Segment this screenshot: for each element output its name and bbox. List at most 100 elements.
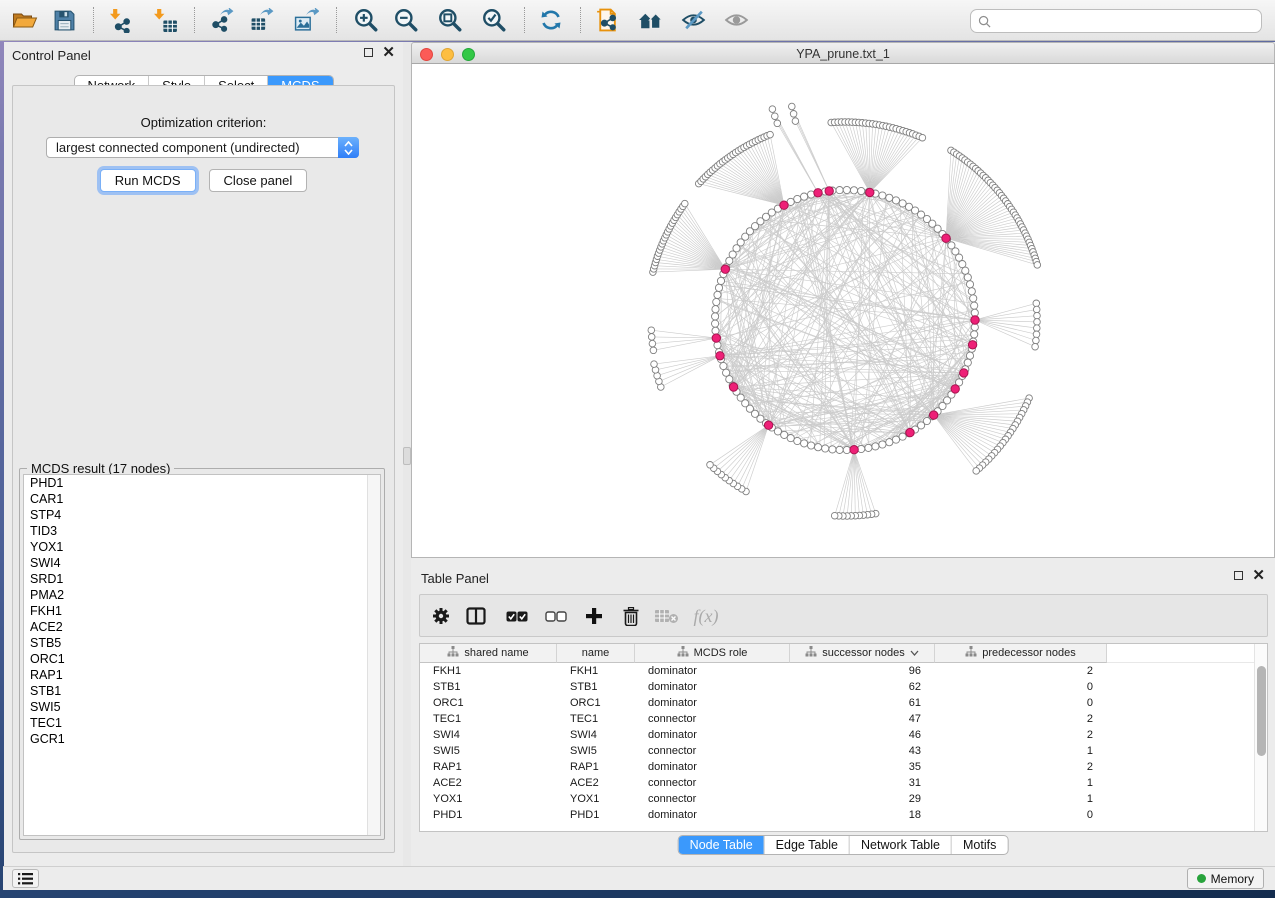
cell-successor-nodes[interactable]: 18 bbox=[790, 809, 935, 821]
show-columns-icon[interactable] bbox=[460, 601, 492, 631]
cell-MCDS-role[interactable]: dominator bbox=[635, 729, 790, 741]
import-table-icon[interactable] bbox=[148, 3, 184, 37]
import-network-icon[interactable] bbox=[104, 3, 140, 37]
cell-successor-nodes[interactable]: 43 bbox=[790, 745, 935, 757]
memory-button[interactable]: Memory bbox=[1187, 868, 1264, 889]
cell-MCDS-role[interactable]: connector bbox=[635, 793, 790, 805]
cell-successor-nodes[interactable]: 46 bbox=[790, 729, 935, 741]
run-mcds-button[interactable]: Run MCDS bbox=[100, 169, 196, 192]
table-row[interactable]: TEC1TEC1connector472 bbox=[420, 711, 1267, 727]
cell-predecessor-nodes[interactable]: 0 bbox=[935, 697, 1107, 709]
cell-successor-nodes[interactable]: 61 bbox=[790, 697, 935, 709]
cell-name[interactable]: STB1 bbox=[557, 681, 635, 693]
mcds-result-item[interactable]: GCR1 bbox=[24, 731, 380, 747]
cell-MCDS-role[interactable]: dominator bbox=[635, 761, 790, 773]
cell-shared-name[interactable]: FKH1 bbox=[420, 665, 557, 677]
close-panel-icon[interactable]: ✕ bbox=[382, 47, 395, 58]
column-header-MCDS-role[interactable]: MCDS role bbox=[635, 644, 790, 663]
column-header-shared-name[interactable]: shared name bbox=[420, 644, 557, 663]
mcds-result-item[interactable]: STB1 bbox=[24, 683, 380, 699]
column-header-name[interactable]: name bbox=[557, 644, 635, 663]
cell-name[interactable]: TEC1 bbox=[557, 713, 635, 725]
open-file-icon[interactable] bbox=[6, 3, 42, 37]
refresh-layout-icon[interactable] bbox=[533, 3, 569, 37]
mcds-result-item[interactable]: TID3 bbox=[24, 523, 380, 539]
mcds-result-item[interactable]: STB5 bbox=[24, 635, 380, 651]
table-row[interactable]: ORC1ORC1dominator610 bbox=[420, 695, 1267, 711]
show-panels-button[interactable] bbox=[12, 869, 39, 888]
network-window-titlebar[interactable]: YPA_prune.txt_1 bbox=[411, 42, 1275, 64]
save-session-icon[interactable] bbox=[46, 3, 82, 37]
zoom-selected-icon[interactable] bbox=[476, 3, 512, 37]
cell-MCDS-role[interactable]: dominator bbox=[635, 697, 790, 709]
cell-name[interactable]: FKH1 bbox=[557, 665, 635, 677]
cell-shared-name[interactable]: STB1 bbox=[420, 681, 557, 693]
cell-predecessor-nodes[interactable]: 0 bbox=[935, 809, 1107, 821]
close-table-panel-icon[interactable]: ✕ bbox=[1252, 570, 1265, 581]
cell-shared-name[interactable]: TEC1 bbox=[420, 713, 557, 725]
cell-name[interactable]: RAP1 bbox=[557, 761, 635, 773]
cell-successor-nodes[interactable]: 47 bbox=[790, 713, 935, 725]
cell-name[interactable]: ACE2 bbox=[557, 777, 635, 789]
cell-shared-name[interactable]: SWI5 bbox=[420, 745, 557, 757]
mcds-result-item[interactable]: SRD1 bbox=[24, 571, 380, 587]
cell-successor-nodes[interactable]: 96 bbox=[790, 665, 935, 677]
new-network-from-selection-icon[interactable] bbox=[588, 3, 624, 37]
table-row[interactable]: SWI5SWI5connector431 bbox=[420, 743, 1267, 759]
deselect-all-columns-icon[interactable] bbox=[540, 601, 572, 631]
tab-network-table[interactable]: Network Table bbox=[849, 836, 951, 854]
cell-successor-nodes[interactable]: 35 bbox=[790, 761, 935, 773]
table-row[interactable]: ACE2ACE2connector311 bbox=[420, 775, 1267, 791]
zoom-out-icon[interactable] bbox=[388, 3, 424, 37]
tab-node-table[interactable]: Node Table bbox=[679, 836, 764, 854]
cell-predecessor-nodes[interactable]: 1 bbox=[935, 793, 1107, 805]
cell-predecessor-nodes[interactable]: 2 bbox=[935, 713, 1107, 725]
column-header-successor-nodes[interactable]: successor nodes bbox=[790, 644, 935, 663]
cell-predecessor-nodes[interactable]: 1 bbox=[935, 777, 1107, 789]
create-column-icon[interactable] bbox=[578, 601, 610, 631]
mcds-result-item[interactable]: ACE2 bbox=[24, 619, 380, 635]
cell-shared-name[interactable]: PHD1 bbox=[420, 809, 557, 821]
mcds-result-item[interactable]: PMA2 bbox=[24, 587, 380, 603]
hide-selected-icon[interactable] bbox=[675, 3, 711, 37]
show-all-icon[interactable] bbox=[718, 3, 754, 37]
mcds-result-item[interactable]: YOX1 bbox=[24, 539, 380, 555]
cell-predecessor-nodes[interactable]: 2 bbox=[935, 761, 1107, 773]
cell-predecessor-nodes[interactable]: 2 bbox=[935, 665, 1107, 677]
cell-MCDS-role[interactable]: dominator bbox=[635, 809, 790, 821]
table-scrollbar-thumb[interactable] bbox=[1257, 666, 1266, 756]
cell-shared-name[interactable]: SWI4 bbox=[420, 729, 557, 741]
cell-name[interactable]: ORC1 bbox=[557, 697, 635, 709]
delete-columns-icon[interactable] bbox=[615, 601, 647, 631]
export-network-icon[interactable] bbox=[204, 3, 240, 37]
cell-name[interactable]: YOX1 bbox=[557, 793, 635, 805]
cell-successor-nodes[interactable]: 29 bbox=[790, 793, 935, 805]
cell-MCDS-role[interactable]: dominator bbox=[635, 681, 790, 693]
cell-successor-nodes[interactable]: 62 bbox=[790, 681, 935, 693]
export-table-icon[interactable] bbox=[244, 3, 280, 37]
cell-MCDS-role[interactable]: connector bbox=[635, 713, 790, 725]
close-panel-button[interactable]: Close panel bbox=[209, 169, 308, 192]
cell-MCDS-role[interactable]: connector bbox=[635, 777, 790, 789]
mcds-result-item[interactable]: SWI5 bbox=[24, 699, 380, 715]
result-list-scrollbar[interactable] bbox=[367, 475, 380, 835]
mcds-result-item[interactable]: FKH1 bbox=[24, 603, 380, 619]
cell-shared-name[interactable]: RAP1 bbox=[420, 761, 557, 773]
column-header-predecessor-nodes[interactable]: predecessor nodes bbox=[935, 644, 1107, 663]
cell-name[interactable]: PHD1 bbox=[557, 809, 635, 821]
table-row[interactable]: STB1STB1dominator620 bbox=[420, 679, 1267, 695]
table-scrollbar[interactable] bbox=[1254, 644, 1267, 831]
cell-MCDS-role[interactable]: dominator bbox=[635, 665, 790, 677]
mcds-result-item[interactable]: STP4 bbox=[24, 507, 380, 523]
table-row[interactable]: YOX1YOX1connector291 bbox=[420, 791, 1267, 807]
first-neighbors-icon[interactable] bbox=[632, 3, 668, 37]
search-field[interactable] bbox=[970, 9, 1262, 33]
cell-predecessor-nodes[interactable]: 2 bbox=[935, 729, 1107, 741]
table-row[interactable]: PHD1PHD1dominator180 bbox=[420, 807, 1267, 823]
cell-predecessor-nodes[interactable]: 0 bbox=[935, 681, 1107, 693]
splitter-grip[interactable] bbox=[403, 447, 411, 465]
cell-shared-name[interactable]: ACE2 bbox=[420, 777, 557, 789]
search-input[interactable] bbox=[996, 11, 1261, 31]
tab-motifs[interactable]: Motifs bbox=[951, 836, 1007, 854]
tab-edge-table[interactable]: Edge Table bbox=[764, 836, 849, 854]
